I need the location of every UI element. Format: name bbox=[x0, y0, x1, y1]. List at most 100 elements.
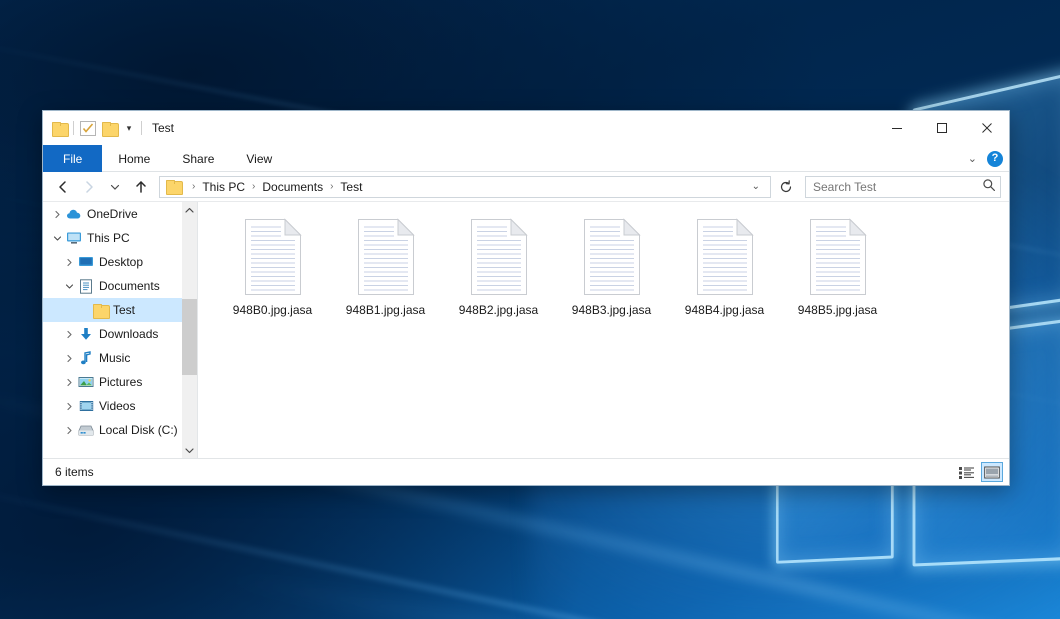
sidebar-item-label: Desktop bbox=[99, 255, 143, 269]
sidebar-item-pictures[interactable]: Pictures bbox=[43, 370, 197, 394]
address-bar: › This PC › Documents › Test ⌄ bbox=[43, 172, 1009, 202]
sidebar-item-label: Pictures bbox=[99, 375, 142, 389]
chevron-right-icon[interactable] bbox=[49, 210, 65, 219]
new-folder-icon[interactable] bbox=[102, 122, 117, 135]
quick-access-toolbar: ▾ bbox=[52, 121, 142, 136]
list-item[interactable]: 948B0.jpg.jasa bbox=[216, 216, 329, 317]
chevron-right-icon[interactable] bbox=[61, 258, 77, 267]
sidebar-scrollbar[interactable] bbox=[182, 202, 197, 458]
sidebar-item-onedrive[interactable]: OneDrive bbox=[43, 202, 197, 226]
generic-document-icon bbox=[354, 218, 418, 296]
file-name-label: 948B4.jpg.jasa bbox=[685, 303, 764, 317]
breadcrumb-separator: › bbox=[187, 181, 200, 192]
breadcrumb-separator: › bbox=[325, 181, 338, 192]
close-icon[interactable] bbox=[964, 111, 1009, 145]
chevron-down-icon[interactable] bbox=[61, 282, 77, 291]
minimize-icon[interactable] bbox=[874, 111, 919, 145]
breadcrumb-item-documents[interactable]: Documents bbox=[260, 180, 325, 194]
generic-document-icon bbox=[693, 218, 757, 296]
videos-icon bbox=[77, 399, 95, 413]
tab-view[interactable]: View bbox=[230, 145, 288, 172]
details-view-button[interactable] bbox=[955, 462, 977, 482]
toolbar-divider bbox=[141, 121, 142, 135]
scroll-down-icon[interactable] bbox=[182, 442, 197, 458]
file-list-pane[interactable]: 948B0.jpg.jasa bbox=[198, 202, 1009, 458]
sidebar-item-label: Test bbox=[113, 303, 135, 317]
breadcrumb-separator: › bbox=[247, 181, 260, 192]
item-count-label: 6 items bbox=[55, 465, 94, 479]
window-controls bbox=[874, 111, 1009, 145]
monitor-icon bbox=[65, 231, 83, 245]
folder-icon bbox=[91, 304, 109, 317]
window-title: Test bbox=[152, 121, 174, 135]
scrollbar-track[interactable] bbox=[182, 218, 197, 442]
sidebar-item-this-pc[interactable]: This PC bbox=[43, 226, 197, 250]
documents-icon bbox=[77, 279, 95, 294]
cloud-icon bbox=[65, 207, 83, 221]
back-arrow-icon[interactable] bbox=[51, 175, 75, 199]
list-item[interactable]: 948B4.jpg.jasa bbox=[668, 216, 781, 317]
folder-icon[interactable] bbox=[52, 122, 67, 135]
sidebar-item-music[interactable]: Music bbox=[43, 346, 197, 370]
chevron-right-icon[interactable] bbox=[61, 426, 77, 435]
music-icon bbox=[77, 351, 95, 366]
sidebar-item-label: Local Disk (C:) bbox=[99, 423, 178, 437]
ribbon-right-controls: ⌄ ? bbox=[968, 145, 1003, 172]
folder-icon bbox=[166, 180, 181, 193]
up-arrow-icon[interactable] bbox=[129, 175, 153, 199]
breadcrumb[interactable]: › This PC › Documents › Test ⌄ bbox=[159, 176, 771, 198]
sidebar-item-documents[interactable]: Documents bbox=[43, 274, 197, 298]
properties-checkbox-icon[interactable] bbox=[80, 121, 96, 136]
maximize-icon[interactable] bbox=[919, 111, 964, 145]
sidebar-item-label: Videos bbox=[99, 399, 135, 413]
chevron-right-icon[interactable] bbox=[61, 354, 77, 363]
large-icons-view-button[interactable] bbox=[981, 462, 1003, 482]
desktop-icon bbox=[77, 255, 95, 269]
generic-document-icon bbox=[467, 218, 531, 296]
explorer-body: OneDrive This PC Desktop bbox=[43, 202, 1009, 458]
customize-toolbar-caret-icon[interactable]: ▾ bbox=[123, 124, 135, 133]
list-item[interactable]: 948B2.jpg.jasa bbox=[442, 216, 555, 317]
list-item[interactable]: 948B1.jpg.jasa bbox=[329, 216, 442, 317]
chevron-down-icon[interactable] bbox=[49, 234, 65, 243]
file-name-label: 948B1.jpg.jasa bbox=[346, 303, 425, 317]
generic-document-icon bbox=[806, 218, 870, 296]
sidebar-item-downloads[interactable]: Downloads bbox=[43, 322, 197, 346]
drive-icon bbox=[77, 424, 95, 437]
scroll-up-icon[interactable] bbox=[182, 202, 197, 218]
title-bar: ▾ Test bbox=[43, 111, 1009, 145]
breadcrumb-item-test[interactable]: Test bbox=[338, 180, 364, 194]
scrollbar-thumb[interactable] bbox=[182, 299, 197, 375]
search-input[interactable] bbox=[813, 180, 982, 194]
tab-share[interactable]: Share bbox=[166, 145, 230, 172]
chevron-down-icon[interactable]: ⌄ bbox=[746, 181, 766, 192]
sidebar-item-label: Music bbox=[99, 351, 130, 365]
chevron-right-icon[interactable] bbox=[61, 378, 77, 387]
sidebar-item-label: Documents bbox=[99, 279, 160, 293]
breadcrumb-item-this-pc[interactable]: This PC bbox=[200, 180, 247, 194]
sidebar-item-desktop[interactable]: Desktop bbox=[43, 250, 197, 274]
chevron-down-icon[interactable]: ⌄ bbox=[968, 152, 977, 165]
downloads-icon bbox=[77, 327, 95, 342]
ribbon-tab-bar: File Home Share View ⌄ ? bbox=[43, 145, 1009, 172]
file-explorer-window: ▾ Test File Home Share View ⌄ ? bbox=[42, 110, 1010, 486]
search-box[interactable] bbox=[805, 176, 1001, 198]
sidebar-item-videos[interactable]: Videos bbox=[43, 394, 197, 418]
sidebar-item-local-disk-c[interactable]: Local Disk (C:) bbox=[43, 418, 197, 442]
recent-locations-caret-icon[interactable] bbox=[103, 175, 127, 199]
chevron-right-icon[interactable] bbox=[61, 402, 77, 411]
pictures-icon bbox=[77, 375, 95, 389]
chevron-right-icon[interactable] bbox=[61, 330, 77, 339]
help-icon[interactable]: ? bbox=[987, 151, 1003, 167]
sidebar-item-test[interactable]: Test bbox=[43, 298, 197, 322]
tab-file[interactable]: File bbox=[43, 145, 102, 172]
refresh-icon[interactable] bbox=[775, 176, 797, 198]
list-item[interactable]: 948B3.jpg.jasa bbox=[555, 216, 668, 317]
tab-home[interactable]: Home bbox=[102, 145, 166, 172]
file-name-label: 948B3.jpg.jasa bbox=[572, 303, 651, 317]
list-item[interactable]: 948B5.jpg.jasa bbox=[781, 216, 894, 317]
search-icon[interactable] bbox=[982, 178, 996, 195]
forward-arrow-icon[interactable] bbox=[77, 175, 101, 199]
status-bar: 6 items bbox=[43, 458, 1009, 485]
file-name-label: 948B0.jpg.jasa bbox=[233, 303, 312, 317]
